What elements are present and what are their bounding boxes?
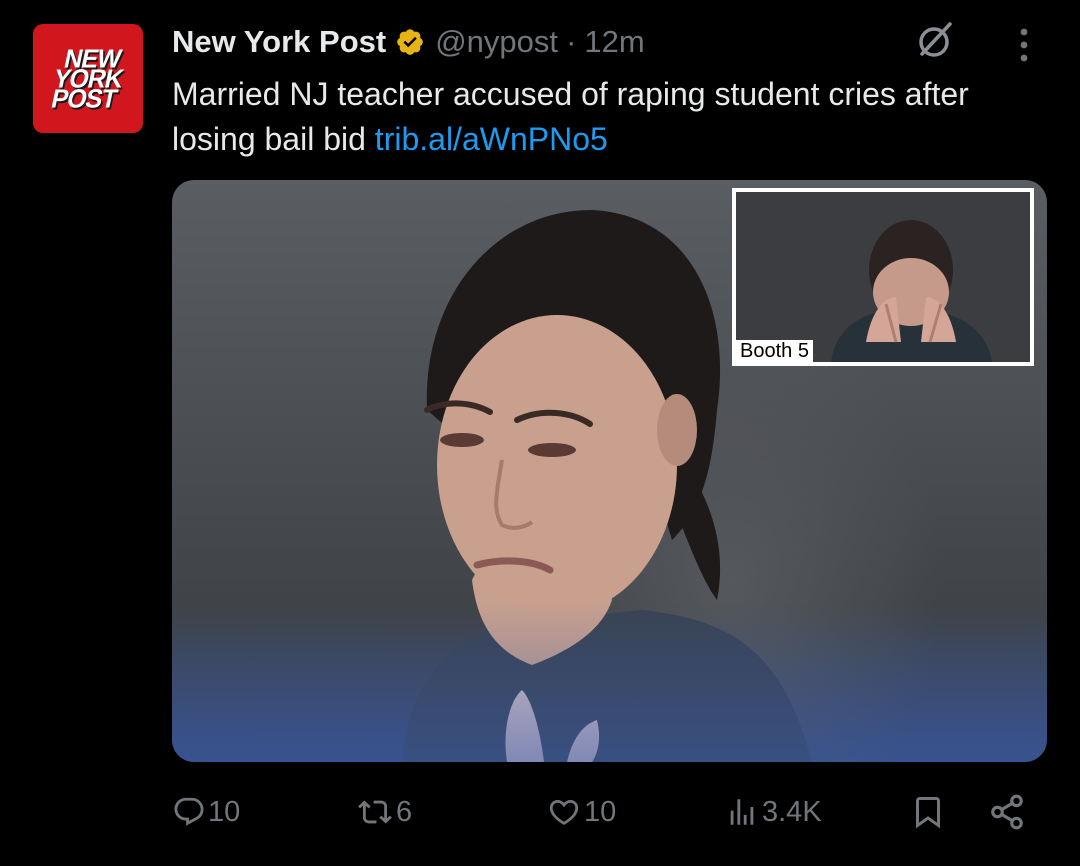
more-icon[interactable] [1006, 22, 1042, 66]
avatar[interactable]: NEW YORK POST [33, 24, 143, 133]
share-icon[interactable] [988, 792, 1026, 832]
handle[interactable]: @nypost [435, 24, 558, 60]
reply-icon [174, 797, 204, 826]
repost-count: 6 [396, 795, 413, 828]
view-count: 3.4K [762, 795, 822, 828]
like-button[interactable]: 10 [546, 792, 616, 832]
new-york-post-logo: NEW YORK POST [47, 44, 128, 114]
action-bar: 10 6 10 3.4K [0, 780, 1080, 840]
tweet-text: Married NJ teacher accused of raping stu… [172, 72, 1032, 162]
timestamp[interactable]: 12m [584, 24, 644, 60]
verified-badge-icon[interactable] [395, 27, 425, 57]
repost-button[interactable]: 6 [356, 792, 412, 832]
inset-person [736, 192, 1030, 362]
logo-line: POST [48, 83, 119, 114]
reply-count: 10 [208, 795, 241, 828]
like-count: 10 [584, 795, 617, 828]
tweet[interactable]: NEW YORK POST New York Post @nypost · 12… [0, 0, 1080, 866]
image-tint [172, 602, 1047, 762]
bookmark-icon[interactable] [910, 792, 946, 832]
display-name[interactable]: New York Post [172, 24, 386, 60]
reply-button[interactable]: 10 [172, 792, 240, 832]
tweet-header: New York Post @nypost · 12m [172, 20, 645, 64]
repost-icon [358, 800, 392, 824]
views-button[interactable]: 3.4K [724, 792, 822, 832]
like-icon [549, 799, 579, 825]
inset-video-frame: Booth 5 [732, 188, 1034, 366]
views-icon [730, 799, 754, 825]
booth-label: Booth 5 [736, 340, 813, 362]
separator-dot: · [566, 24, 577, 59]
tweet-link[interactable]: trib.al/aWnPNo5 [375, 121, 608, 157]
tweet-media-image[interactable]: Booth 5 [172, 180, 1047, 762]
grok-icon[interactable] [913, 18, 957, 62]
